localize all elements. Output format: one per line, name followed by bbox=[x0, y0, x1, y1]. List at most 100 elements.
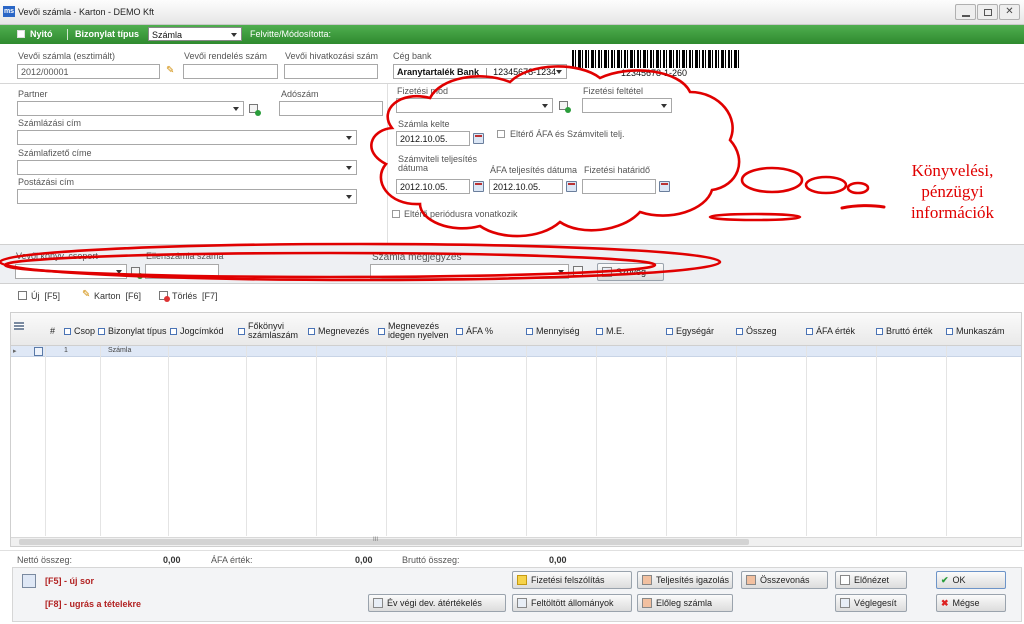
row-type: Számla bbox=[108, 347, 132, 354]
szamla-kelte-label: Számla kelte bbox=[398, 119, 450, 129]
postazasi-cim-select[interactable] bbox=[17, 189, 357, 204]
szamlazasi-cim-label: Számlázási cím bbox=[18, 118, 82, 128]
vevoi-hivatkozasi-field[interactable] bbox=[284, 64, 378, 79]
grid-settings-icon[interactable] bbox=[14, 322, 24, 330]
fizetesi-mod-select[interactable] bbox=[396, 98, 553, 113]
hint-goto-items: [F8] - ugrás a tételekre bbox=[45, 599, 142, 609]
vevoi-rendeles-label: Vevői rendelés szám bbox=[184, 51, 268, 61]
ok-button[interactable]: ✔ OK bbox=[936, 571, 1006, 589]
col-mennyiseg[interactable]: Mennyiség bbox=[526, 316, 580, 346]
annotation-bubble-large bbox=[740, 166, 804, 194]
add-partner-icon[interactable] bbox=[249, 104, 261, 116]
col-fokonyvi[interactable]: Főkönyvi számlaszám bbox=[238, 316, 304, 346]
szamviteli-telj-field[interactable]: 2012.10.05. bbox=[396, 179, 470, 194]
col-bizonylat-tipus[interactable]: Bizonylat típus bbox=[98, 316, 167, 346]
teljesites-igazolas-button[interactable]: Teljesítés igazolás bbox=[637, 571, 733, 589]
karton-icon[interactable]: ✎ bbox=[82, 290, 90, 300]
partner-select[interactable] bbox=[17, 101, 244, 116]
bizonylat-tipus-select[interactable]: Számla bbox=[148, 27, 242, 41]
vevoi-szamla-field[interactable]: 2012/00001 bbox=[17, 64, 160, 79]
invoice-icon bbox=[642, 598, 652, 608]
vevoi-rendeles-field[interactable] bbox=[183, 64, 278, 79]
veglegesit-button[interactable]: Véglegesít bbox=[835, 594, 907, 612]
col-me[interactable]: M.E. bbox=[596, 316, 625, 346]
calendar-icon[interactable] bbox=[473, 133, 484, 144]
szamlazasi-cim-select[interactable] bbox=[17, 130, 357, 145]
add-fizetesi-mod-icon[interactable] bbox=[559, 101, 571, 113]
app-icon: ms bbox=[3, 6, 15, 17]
col-brutto-ertek[interactable]: Bruttó érték bbox=[876, 316, 933, 346]
szamla-kelte-field[interactable]: 2012.10.05. bbox=[396, 131, 470, 146]
annotation-bubble-medium bbox=[804, 175, 848, 195]
col-jogcimkod[interactable]: Jogcímkód bbox=[170, 316, 224, 346]
szamla-megj-select[interactable] bbox=[370, 264, 569, 279]
osszevonas-button[interactable]: Összevonás bbox=[741, 571, 828, 589]
ceg-bank-name: Aranytartalék Bank bbox=[397, 67, 480, 77]
torles-button[interactable]: Törlés [F7] bbox=[172, 291, 218, 301]
preview-icon bbox=[840, 575, 850, 585]
calendar-icon[interactable] bbox=[473, 181, 484, 192]
title-bar: ms Vevői számla - Karton - DEMO Kft ✕ bbox=[0, 0, 1024, 25]
table-row[interactable] bbox=[11, 346, 1021, 357]
szoveg-button[interactable]: Szöveg bbox=[597, 263, 664, 281]
szamla-megj-label: Számla megjegyzés bbox=[372, 252, 462, 263]
close-button[interactable]: ✕ bbox=[999, 4, 1020, 20]
elt-afa-checkbox[interactable] bbox=[497, 130, 505, 138]
vevo-konyv-csoport-select[interactable] bbox=[15, 264, 127, 279]
eloleg-szamla-button[interactable]: Előleg számla bbox=[637, 594, 733, 612]
adoszam-label: Adószám bbox=[281, 89, 319, 99]
ellenszamla-field[interactable] bbox=[145, 264, 219, 279]
uj-button[interactable]: Új [F5] bbox=[31, 291, 60, 301]
totals-bar bbox=[0, 550, 1024, 566]
szamlafizeto-cime-select[interactable] bbox=[17, 160, 357, 175]
col-egysegar[interactable]: Egységár bbox=[666, 316, 714, 346]
files-icon bbox=[517, 598, 527, 608]
brutto-value: 0,00 bbox=[549, 555, 567, 565]
calendar-icon[interactable] bbox=[566, 181, 577, 192]
col-megnevezes[interactable]: Megnevezés bbox=[308, 316, 369, 346]
nyito-checkbox[interactable] bbox=[17, 30, 25, 38]
fizetesi-feltetel-label: Fizetési feltétel bbox=[583, 86, 644, 96]
col-num[interactable]: # bbox=[50, 316, 55, 346]
felvitte-label: Felvitte/Módosította: bbox=[250, 29, 332, 39]
barcode-text: 12345678-1-260 bbox=[621, 68, 688, 78]
col-csop[interactable]: Csop bbox=[64, 316, 95, 346]
netto-label: Nettó összeg: bbox=[17, 555, 73, 565]
fizetesi-hatarido-field[interactable] bbox=[582, 179, 656, 194]
annotation-stroke bbox=[840, 204, 886, 210]
fizetesi-felszolitas-button[interactable]: Fizetési felszólítás bbox=[512, 571, 632, 589]
feltoltott-allomanyok-button[interactable]: Feltöltött állományok bbox=[512, 594, 632, 612]
row-edit-icon[interactable] bbox=[34, 347, 43, 356]
afa-telj-label: ÁFA teljesítés dátuma bbox=[490, 165, 578, 175]
bizonylat-tipus-label: Bizonylat típus bbox=[75, 29, 140, 39]
ceg-bank-select[interactable]: Aranytartalék Bank 12345678-1234 bbox=[393, 64, 567, 79]
vevoi-szamla-label: Vevői számla (esztimált) bbox=[18, 51, 116, 61]
col-afa-pct[interactable]: ÁFA % bbox=[456, 316, 493, 346]
fizetesi-feltetel-select[interactable] bbox=[582, 98, 672, 113]
annotation-line-3: információk bbox=[910, 203, 995, 222]
elonezet-button[interactable]: Előnézet bbox=[835, 571, 907, 589]
add-csoport-icon[interactable] bbox=[131, 267, 143, 279]
add-item-icon[interactable] bbox=[18, 291, 27, 300]
horizontal-scrollbar[interactable]: III bbox=[11, 537, 1021, 546]
karton-button[interactable]: Karton [F6] bbox=[94, 291, 141, 301]
elt-periodus-checkbox[interactable] bbox=[392, 210, 400, 218]
col-megnevezes-idegen[interactable]: Megnevezés idegen nyelven bbox=[378, 316, 452, 346]
maximize-button[interactable] bbox=[977, 4, 998, 20]
col-osszeg[interactable]: Összeg bbox=[736, 316, 777, 346]
megse-button[interactable]: ✖ Mégse bbox=[936, 594, 1006, 612]
minimize-button[interactable] bbox=[955, 4, 976, 20]
afa-telj-field[interactable]: 2012.10.05. bbox=[489, 179, 563, 194]
col-afa-ertek[interactable]: ÁFA érték bbox=[806, 316, 855, 346]
adoszam-field[interactable] bbox=[279, 101, 383, 116]
ceg-bank-label: Cég bank bbox=[393, 51, 432, 61]
footer-doc-icon bbox=[22, 574, 36, 588]
ev-vegi-button[interactable]: Év végi dev. átértékelés bbox=[368, 594, 506, 612]
calendar-icon[interactable] bbox=[659, 181, 670, 192]
pencil-icon[interactable]: ✎ bbox=[166, 66, 176, 76]
col-munkaszam[interactable]: Munkaszám bbox=[946, 316, 1005, 346]
top-toolbar: Nyitó Bizonylat típus Számla Felvitte/Mó… bbox=[0, 25, 1024, 44]
ellenszamla-label: Ellenszámla száma bbox=[146, 251, 224, 261]
note-icon[interactable] bbox=[573, 266, 583, 276]
delete-item-icon[interactable] bbox=[159, 291, 170, 302]
